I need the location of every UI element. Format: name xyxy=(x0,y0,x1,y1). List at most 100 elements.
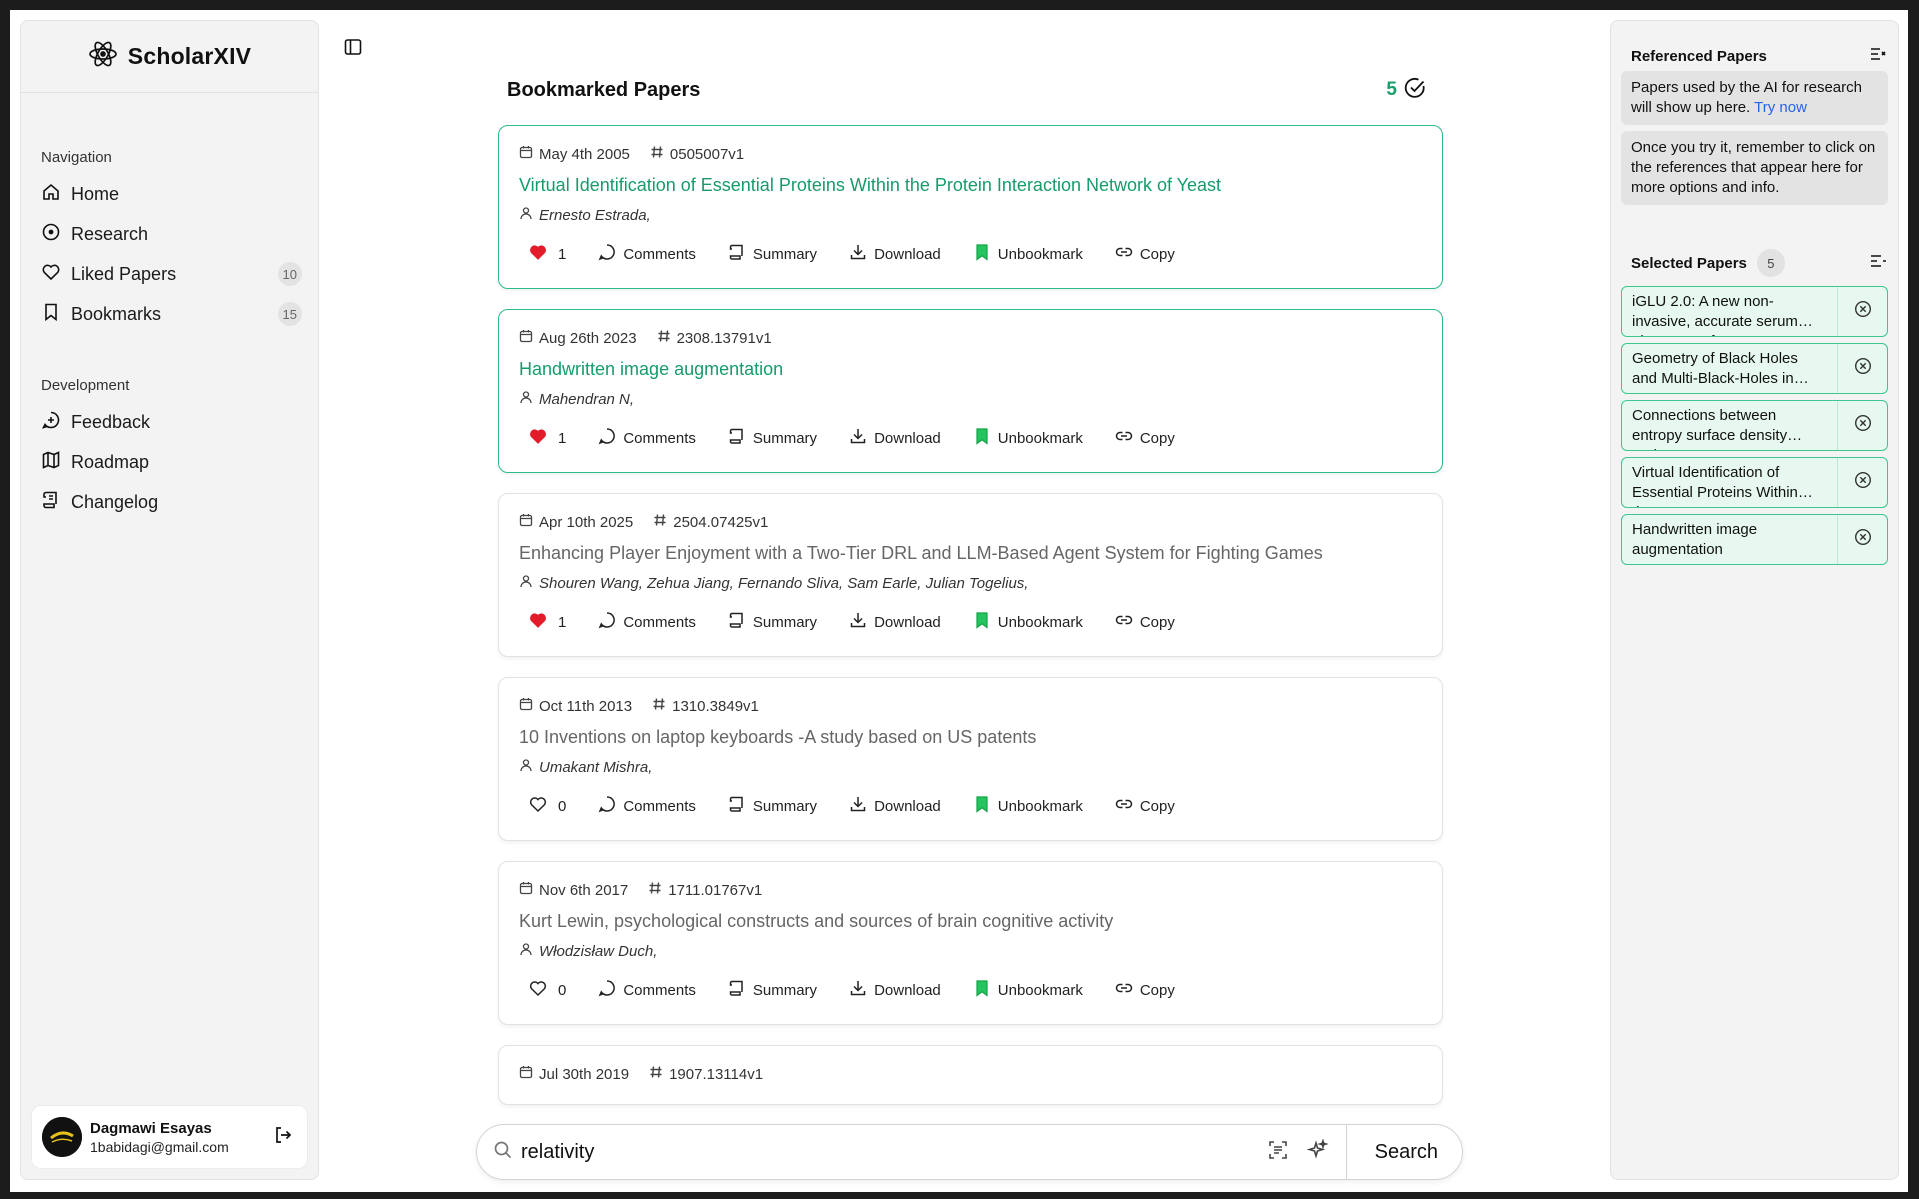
map-icon xyxy=(41,450,61,475)
copy-label: Copy xyxy=(1139,981,1175,999)
paper-actions: 0 Comments Summary Download Unbookmark Copy xyxy=(519,795,1422,817)
paper-card[interactable]: Aug 26th 2023 2308.13791v1 Handwritten ima… xyxy=(498,309,1443,473)
development-title: Development xyxy=(41,377,130,394)
selected-paper-item[interactable]: iGLU 2.0: A new non-invasive, accurate s… xyxy=(1621,286,1888,337)
selected-options-button[interactable] xyxy=(1868,251,1888,276)
like-button[interactable]: 1 xyxy=(529,611,566,633)
try-now-link[interactable]: Try now xyxy=(1754,99,1807,116)
comments-label: Comments xyxy=(623,613,696,631)
heart-icon xyxy=(529,795,547,817)
unbookmark-button[interactable]: Unbookmark xyxy=(973,243,1083,265)
sidebar-item-home[interactable]: Home xyxy=(21,174,318,214)
user-card[interactable]: Dagmawi Esayas 1babidagi@gmail.com xyxy=(31,1105,308,1169)
link-icon xyxy=(1115,427,1133,449)
summary-button[interactable]: Summary xyxy=(728,611,817,633)
logout-button[interactable] xyxy=(269,1123,297,1151)
paper-title[interactable]: Virtual Identification of Essential Prot… xyxy=(519,175,1422,201)
paper-authors: Umakant Mishra, xyxy=(519,756,1422,778)
paper-card[interactable]: Apr 10th 2025 2504.07425v1 Enhancing Playe… xyxy=(498,493,1443,657)
copy-button[interactable]: Copy xyxy=(1115,243,1175,265)
download-button[interactable]: Download xyxy=(849,611,941,633)
summary-button[interactable]: Summary xyxy=(728,427,817,449)
like-button[interactable]: 0 xyxy=(529,979,566,1001)
paper-authors: Włodzisław Duch, xyxy=(519,940,1422,962)
summary-button[interactable]: Summary xyxy=(728,795,817,817)
copy-button[interactable]: Copy xyxy=(1115,611,1175,633)
sidebar-item-label: Roadmap xyxy=(71,451,150,472)
sidebar-item-feedback[interactable]: Feedback xyxy=(21,402,318,442)
toggle-sidebar-button[interactable] xyxy=(340,36,366,62)
sidebar-item-research[interactable]: Research xyxy=(21,214,318,254)
paper-card[interactable]: May 4th 2005 0505007v1 Virtual Identificat… xyxy=(498,125,1443,289)
referenced-header: Referenced Papers xyxy=(1611,41,1898,71)
comments-button[interactable]: Comments xyxy=(598,243,696,265)
paper-date: Jul 30th 2019 xyxy=(539,1065,630,1083)
comments-button[interactable]: Comments xyxy=(598,611,696,633)
collapse-list-button[interactable] xyxy=(1868,44,1888,69)
comments-button[interactable]: Comments xyxy=(598,427,696,449)
comments-button[interactable]: Comments xyxy=(598,979,696,1001)
scroll-icon xyxy=(728,795,746,817)
paper-date: May 4th 2005 xyxy=(539,145,630,163)
ai-sparkle-button[interactable] xyxy=(1298,1132,1338,1172)
search-input[interactable] xyxy=(521,1140,1258,1164)
scroll-icon xyxy=(728,611,746,633)
sidebar-toggle-icon xyxy=(343,37,363,62)
download-button[interactable]: Download xyxy=(849,979,941,1001)
paper-title[interactable]: Handwritten image augmentation xyxy=(519,359,1422,385)
selected-list: iGLU 2.0: A new non-invasive, accurate s… xyxy=(1611,286,1898,565)
sparkle-icon xyxy=(1306,1137,1329,1166)
unbookmark-label: Unbookmark xyxy=(997,245,1083,263)
remove-selected-button[interactable] xyxy=(1837,287,1887,336)
search-button[interactable]: Search xyxy=(1345,1124,1462,1180)
remove-selected-button[interactable] xyxy=(1837,458,1887,507)
paper-title[interactable]: Kurt Lewin, psychological constructs and… xyxy=(519,911,1422,937)
sidebar-item-roadmap[interactable]: Roadmap xyxy=(21,442,318,482)
remove-selected-button[interactable] xyxy=(1837,344,1887,393)
paper-title[interactable]: 10 Inventions on laptop keyboards -A stu… xyxy=(519,727,1422,753)
paper-title[interactable]: Enhancing Player Enjoyment with a Two-Ti… xyxy=(519,543,1422,569)
selected-paper-item[interactable]: Geometry of Black Holes and Multi-Black-… xyxy=(1621,343,1888,394)
summary-button[interactable]: Summary xyxy=(728,243,817,265)
selected-paper-item[interactable]: Handwritten image augmentation xyxy=(1621,514,1888,565)
user-icon xyxy=(519,942,533,960)
paper-card[interactable]: Nov 6th 2017 1711.01767v1 Kurt Lewin, psyc… xyxy=(498,861,1443,1025)
sidebar-item-changelog[interactable]: Changelog xyxy=(21,482,318,522)
sidebar-item-liked-papers[interactable]: Liked Papers 10 xyxy=(21,254,318,294)
download-button[interactable]: Download xyxy=(849,795,941,817)
count-value: 5 xyxy=(1386,79,1397,100)
brand[interactable]: ScholarXIV xyxy=(21,21,318,93)
calendar-icon xyxy=(519,513,533,531)
like-button[interactable]: 1 xyxy=(529,243,566,265)
copy-button[interactable]: Copy xyxy=(1115,795,1175,817)
sidebar-item-bookmarks[interactable]: Bookmarks 15 xyxy=(21,294,318,334)
like-count: 1 xyxy=(558,245,567,263)
like-button[interactable]: 0 xyxy=(529,795,566,817)
download-label: Download xyxy=(874,613,941,631)
summary-button[interactable]: Summary xyxy=(728,979,817,1001)
sidebar-item-label: Changelog xyxy=(71,491,159,512)
remove-selected-button[interactable] xyxy=(1837,401,1887,450)
like-button[interactable]: 1 xyxy=(529,427,566,449)
paper-meta: May 4th 2005 0505007v1 xyxy=(519,142,1422,166)
download-button[interactable]: Download xyxy=(849,427,941,449)
selected-paper-item[interactable]: Virtual Identification of Essential Prot… xyxy=(1621,457,1888,508)
paper-card[interactable]: Jul 30th 2019 1907.13114v1 xyxy=(498,1045,1443,1105)
unbookmark-button[interactable]: Unbookmark xyxy=(973,979,1083,1001)
sidebar-item-label: Home xyxy=(71,183,120,204)
unbookmark-button[interactable]: Unbookmark xyxy=(973,611,1083,633)
download-label: Download xyxy=(874,797,941,815)
comments-button[interactable]: Comments xyxy=(598,795,696,817)
paper-actions: 0 Comments Summary Download Unbookmark Copy xyxy=(519,979,1422,1001)
unbookmark-button[interactable]: Unbookmark xyxy=(973,795,1083,817)
scan-button[interactable] xyxy=(1258,1132,1298,1172)
unbookmark-button[interactable]: Unbookmark xyxy=(973,427,1083,449)
close-circle-icon xyxy=(1854,300,1872,323)
download-button[interactable]: Download xyxy=(849,243,941,265)
remove-selected-button[interactable] xyxy=(1837,515,1887,564)
paper-card[interactable]: Oct 11th 2013 1310.3849v1 10 Inventions on… xyxy=(498,677,1443,841)
copy-button[interactable]: Copy xyxy=(1115,427,1175,449)
selected-paper-item[interactable]: Connections between entropy surface dens… xyxy=(1621,400,1888,451)
copy-button[interactable]: Copy xyxy=(1115,979,1175,1001)
user-email: 1babidagi@gmail.com xyxy=(90,1138,229,1155)
